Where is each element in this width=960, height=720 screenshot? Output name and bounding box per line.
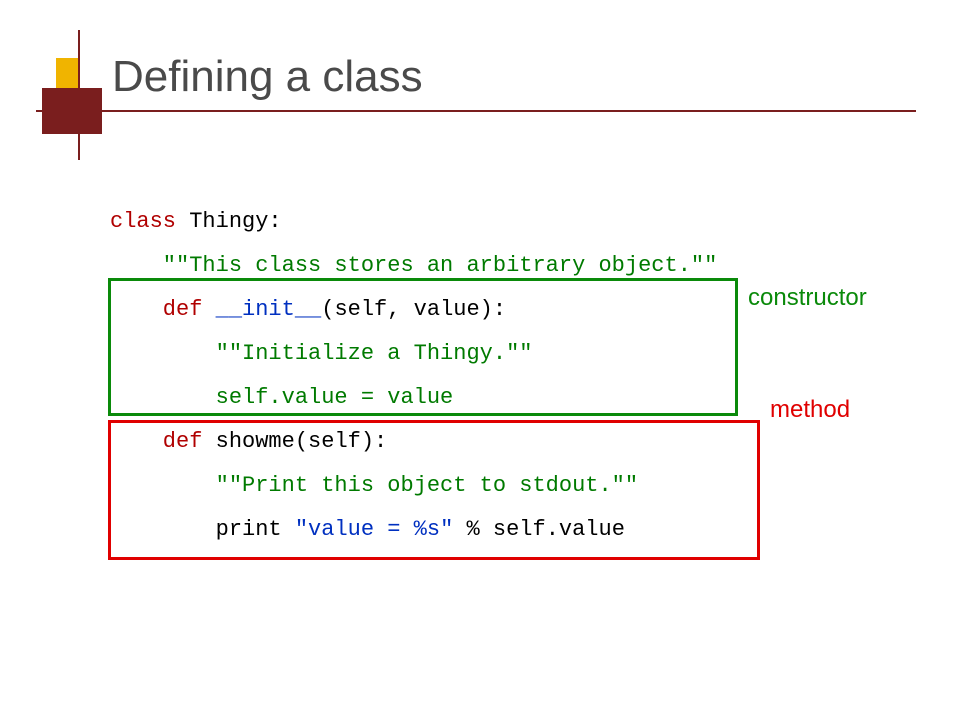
method-highlight-box bbox=[108, 420, 760, 560]
constructor-label: constructor bbox=[748, 284, 867, 312]
code-text: Thingy: bbox=[176, 209, 282, 234]
docstring-class: ""This class stores an arbitrary object.… bbox=[110, 253, 717, 278]
method-label: method bbox=[770, 396, 850, 424]
constructor-highlight-box bbox=[108, 278, 738, 416]
slide-title: Defining a class bbox=[112, 52, 423, 102]
accent-horizontal-rule bbox=[36, 110, 916, 112]
keyword-class: class bbox=[110, 209, 176, 234]
accent-vertical-rule bbox=[78, 30, 80, 160]
